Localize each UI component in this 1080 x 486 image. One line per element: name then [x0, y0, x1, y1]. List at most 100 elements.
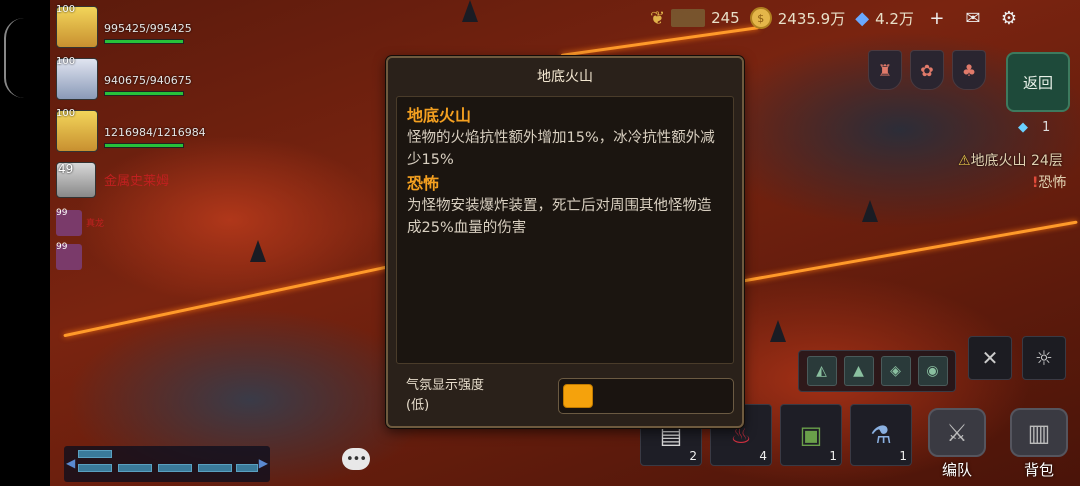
- skill-segment: [198, 464, 232, 472]
- intensity-slider[interactable]: [558, 378, 734, 414]
- slider-knob[interactable]: [563, 384, 593, 408]
- arrow-right-icon[interactable]: ▶: [259, 456, 268, 470]
- edge-curve: [4, 18, 26, 98]
- backpack-icon: ▥: [1010, 408, 1068, 457]
- hero-hp: 1216984/1216984: [104, 126, 206, 139]
- warning-icon: ⚠: [958, 153, 971, 169]
- item-count: 2: [689, 449, 697, 463]
- gold-value: 2435.9万: [777, 9, 846, 28]
- hp-bar: [104, 91, 184, 96]
- bag-button[interactable]: ▥ 背包: [1006, 408, 1072, 482]
- skill-segment: [158, 464, 192, 472]
- lava-stream: [63, 265, 387, 338]
- back-button[interactable]: 返回: [1006, 52, 1070, 112]
- key-counter: ◆ 1: [1018, 120, 1050, 135]
- rune-slot-icon[interactable]: ◭: [806, 356, 837, 386]
- rune-slot-icon[interactable]: ◉: [917, 356, 948, 386]
- hp-fill: [105, 40, 183, 43]
- team-label: 编队: [941, 461, 972, 479]
- affix-label[interactable]: !恐怖: [1032, 172, 1066, 192]
- rune-slot-icon[interactable]: ▲: [843, 356, 874, 386]
- mode-tabs: ♜ ✿ ♣: [868, 50, 986, 90]
- item-slot[interactable]: ⚗ 1: [850, 404, 912, 466]
- affix-text: 恐怖: [1038, 175, 1067, 191]
- section-description: 为怪物安装爆炸装置，死亡后对周围其他怪物造成25%血量的伤害: [407, 198, 712, 236]
- intensity-value: (低): [406, 398, 430, 413]
- team-button[interactable]: ⚔ 编队: [924, 408, 990, 482]
- hero-level: 100: [56, 108, 76, 119]
- chest-icon: ▣: [799, 421, 823, 449]
- section-description: 怪物的火焰抗性额外增加15%，冰冷抗性额外减少15%: [407, 130, 715, 168]
- hero-hp: 995425/995425: [104, 22, 192, 35]
- arrow-left-icon[interactable]: ◀: [66, 456, 75, 470]
- hp-bar: [104, 39, 184, 44]
- item-slot[interactable]: ▣ 1: [780, 404, 842, 466]
- mini-level: 99: [56, 242, 68, 252]
- enemy-entry[interactable]: 49 金属史莱姆: [54, 162, 214, 206]
- resource-bar: ❦ 245 $ 2435.9万 ◆ 4.2万 + ✉ ⚙: [650, 4, 1022, 32]
- skill-segment: [78, 464, 112, 472]
- mini-entry[interactable]: 99 真龙: [54, 208, 214, 240]
- hint-button[interactable]: ☼: [1022, 336, 1066, 380]
- chat-bubble-icon[interactable]: •••: [342, 448, 370, 470]
- grid-toggle-button[interactable]: ✕: [968, 336, 1012, 380]
- skill-segment: [236, 464, 258, 472]
- wheat-icon: ❦: [650, 7, 666, 29]
- left-edge: [0, 0, 50, 486]
- paw-tab-icon[interactable]: ✿: [910, 50, 944, 90]
- wheat-bar: [671, 9, 706, 27]
- lava-stream: [742, 220, 1078, 283]
- section-title: 地底火山: [407, 106, 472, 125]
- skill-segment: [78, 450, 112, 458]
- party-member[interactable]: 100 1216984/1216984: [54, 108, 214, 156]
- rune-slot-icon[interactable]: ◈: [880, 356, 911, 386]
- team-icon: ⚔: [928, 408, 986, 457]
- sword-tab-icon[interactable]: ♜: [868, 50, 902, 90]
- dungeon-info-dialog: 地底火山 地底火山 怪物的火焰抗性额外增加15%，冰冷抗性额外减少15% 恐怖 …: [386, 56, 744, 428]
- skill-segment: [118, 464, 152, 472]
- rock-spire: [250, 240, 266, 262]
- skill-bar: ◀ ▶: [64, 446, 270, 482]
- enemy-level: 49: [58, 162, 74, 176]
- gold-coin-icon: $: [749, 7, 772, 29]
- rock-spire: [462, 0, 478, 22]
- party-list: 100 995425/995425 100 940675/940675 100 …: [54, 4, 214, 274]
- wheat-resource: ❦ 245: [650, 4, 740, 32]
- party-member[interactable]: 100 995425/995425: [54, 4, 214, 52]
- bottle-icon: ⚗: [870, 421, 892, 449]
- gem-value: 4.2万: [875, 9, 914, 28]
- item-count: 4: [759, 449, 767, 463]
- rune-bar: ◭ ▲ ◈ ◉: [798, 350, 956, 392]
- item-count: 1: [899, 449, 907, 463]
- wheat-value: 245: [711, 9, 740, 27]
- rock-spire: [770, 320, 786, 342]
- mini-name: 真龙: [86, 219, 105, 229]
- item-count: 1: [829, 449, 837, 463]
- mail-icon[interactable]: ✉: [960, 8, 986, 29]
- hp-bar: [104, 143, 184, 148]
- location-text: 地底火山 24层: [970, 153, 1063, 169]
- rock-spire: [862, 200, 878, 222]
- diamond-icon: ◆: [855, 7, 870, 29]
- gem-resource: ◆ 4.2万: [855, 4, 914, 32]
- hp-fill: [105, 144, 183, 147]
- settings-gear-icon[interactable]: ⚙: [996, 8, 1022, 29]
- mini-entry[interactable]: 99: [54, 242, 214, 274]
- crosshatch-icon: ✕: [981, 346, 999, 370]
- crystal-key-icon: ◆: [1018, 120, 1028, 135]
- location-label: ⚠地底火山 24层: [958, 150, 1063, 170]
- hero-level: 100: [56, 4, 76, 15]
- hero-hp: 940675/940675: [104, 74, 192, 87]
- enemy-name: 金属史莱姆: [104, 174, 170, 189]
- section-title: 恐怖: [407, 174, 440, 193]
- bag-label: 背包: [1023, 461, 1054, 479]
- hp-fill: [105, 92, 183, 95]
- dialog-title: 地底火山: [537, 69, 593, 85]
- party-member[interactable]: 100 940675/940675: [54, 56, 214, 104]
- clover-tab-icon[interactable]: ♣: [952, 50, 986, 90]
- gold-resource: $ 2435.9万: [749, 4, 846, 32]
- add-gems-icon[interactable]: +: [924, 8, 950, 29]
- intensity-label: 气氛显示强度 (低): [406, 376, 516, 416]
- hero-level: 100: [56, 56, 76, 67]
- intensity-label-text: 气氛显示强度: [406, 378, 485, 393]
